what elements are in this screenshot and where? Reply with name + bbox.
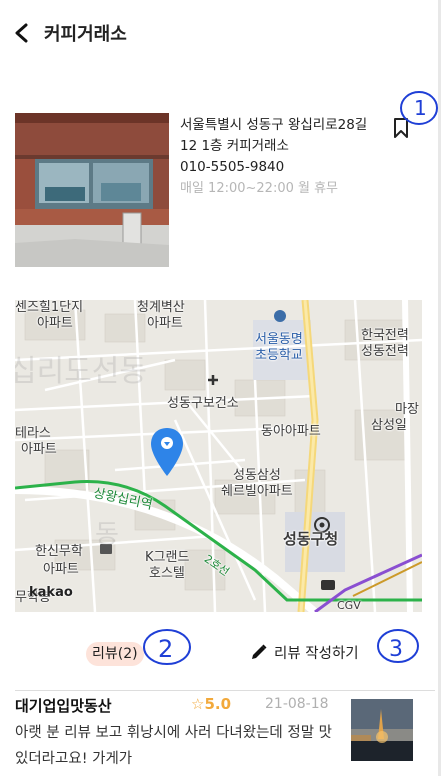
page-title: 커피거래소: [44, 24, 127, 45]
map-label-cgv: CGV: [337, 599, 361, 612]
map-label-hansin: 한신무학: [35, 544, 83, 559]
address-line1: 서울특별시 성동구 왕십리로28길: [180, 117, 368, 133]
annotation-circle-1: 1: [400, 91, 438, 125]
map-label-samsung: 삼성일: [371, 418, 407, 433]
opening-hours: 매일 12:00~22:00 월 휴무: [180, 181, 339, 196]
map-label-health: 성동구보건소: [167, 396, 239, 411]
map-label-power: 한국전력: [361, 328, 409, 343]
map-label-samsungapt-b: 쉐르빌아파트: [221, 484, 293, 499]
map-label-kgrand-b: 호스텔: [149, 566, 185, 581]
review-photo[interactable]: [351, 699, 413, 761]
map-label-office: 성동구청: [283, 530, 339, 548]
annotation-1-label: 1: [414, 96, 427, 120]
kakao-logo: kakao: [29, 585, 73, 600]
rating-value: 5.0: [204, 695, 232, 713]
review-text: 아랫 분 리뷰 보고 휘낭시에 사러 다녀왔는데 정말 맛있더라고요! 가게가: [15, 725, 333, 767]
map-label-school-b: 초등학교: [255, 348, 303, 363]
place-info: 서울특별시 성동구 왕십리로28길 12 1층 커피거래소 010-5505-9…: [180, 115, 390, 200]
write-review-label: 리뷰 작성하기: [274, 646, 359, 662]
map-view[interactable]: 십리도선동 센즈힐1단지 아파트 청계벽산 아파트 서울동명 초등학교 한국전력…: [15, 300, 422, 612]
map-label-ghost: 십리도선동: [15, 354, 147, 389]
place-photo[interactable]: [15, 113, 169, 267]
star-icon: ☆: [191, 695, 205, 713]
map-label-samsungapt: 성동삼성: [233, 468, 281, 483]
map-label-ghost2: 동: [95, 520, 119, 550]
map-label-hansin-b: 아파트: [43, 562, 79, 577]
annotation-circle-2: 2: [143, 629, 191, 665]
annotation-2-label: 2: [158, 635, 173, 663]
map-label-power-b: 성동전력: [361, 344, 409, 359]
top-bar: 커피거래소: [0, 0, 441, 66]
pencil-icon: [252, 644, 267, 659]
map-label-dongah: 동아아파트: [261, 424, 321, 439]
review-rating: ☆5.0: [191, 695, 231, 713]
annotation-circle-3: 3: [377, 629, 419, 663]
map-label-apt1b: 아파트: [37, 316, 73, 331]
map-label-terrace-b: 아파트: [21, 442, 57, 457]
location-pin-icon[interactable]: [149, 426, 185, 478]
map-label-apt2b: 아파트: [147, 316, 183, 331]
map-label-majang: 마장: [395, 402, 419, 417]
review-date: 21-08-18: [265, 696, 329, 712]
reviewer-name: 대기업입맛동산: [15, 697, 112, 715]
review-tab[interactable]: 리뷰(2): [86, 642, 144, 666]
address-line2: 12 1층 커피거래소: [180, 138, 289, 154]
map-label-apt1: 센즈힐1단지: [15, 300, 84, 315]
write-review-button[interactable]: 리뷰 작성하기: [250, 642, 359, 666]
review-divider: [15, 690, 435, 691]
map-label-school: 서울동명: [255, 332, 303, 347]
phone-number[interactable]: 010-5505-9840: [180, 157, 390, 178]
review-item[interactable]: 대기업입맛동산 ☆5.0 21-08-18 아랫 분 리뷰 보고 휘낭시에 사러…: [15, 693, 435, 776]
chevron-left-icon[interactable]: [12, 22, 32, 44]
annotation-3-label: 3: [389, 637, 403, 662]
map-label-apt2: 청계벽산: [137, 300, 185, 315]
map-label-kgrand: K그랜드: [145, 550, 190, 565]
map-label-terrace: 테라스: [15, 426, 51, 441]
